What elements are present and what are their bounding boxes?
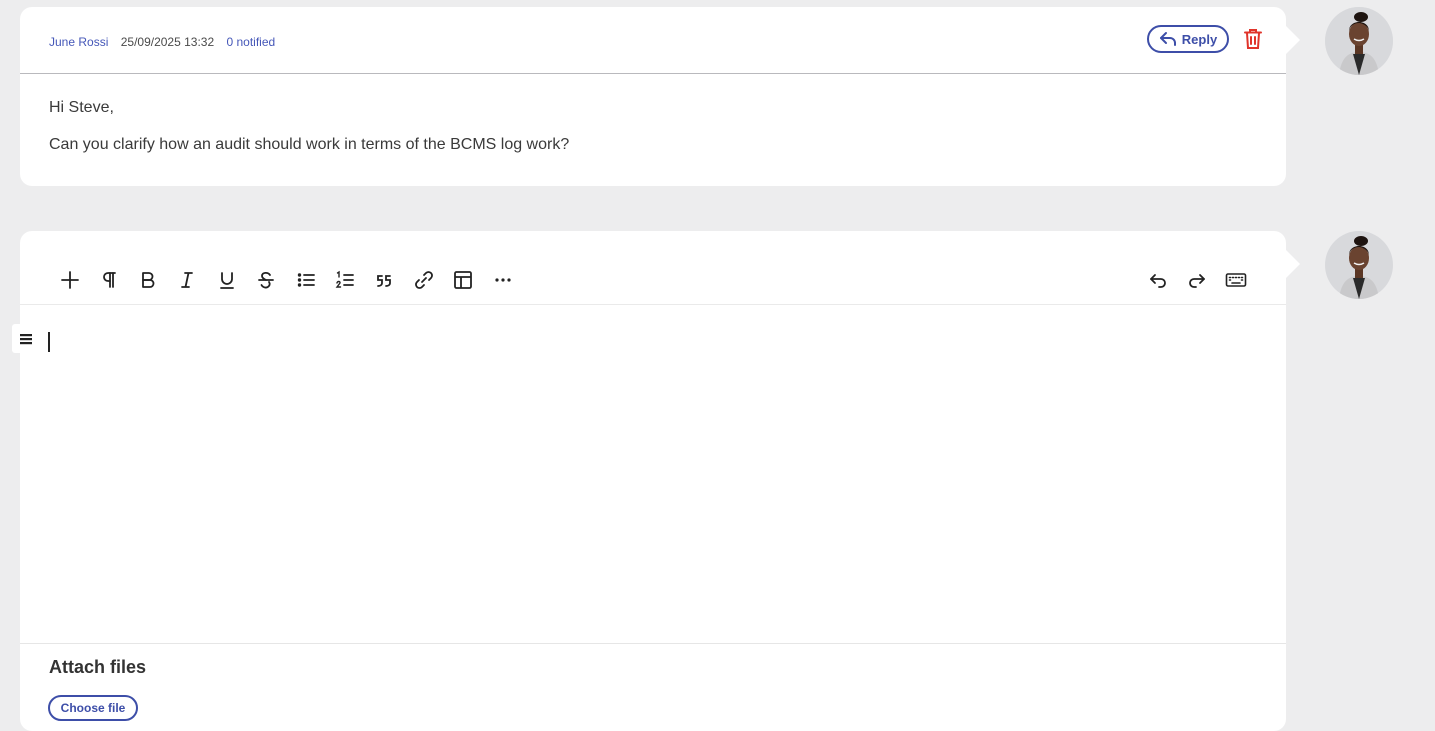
underline-icon[interactable]	[216, 269, 238, 291]
table-icon[interactable]	[452, 269, 474, 291]
avatar[interactable]	[1325, 7, 1393, 75]
bold-icon[interactable]	[137, 269, 159, 291]
more-icon[interactable]	[492, 269, 514, 291]
avatar[interactable]	[1325, 231, 1393, 299]
comment-header: June Rossi 25/09/2025 13:32 0 notified R…	[20, 7, 1286, 74]
comment-author[interactable]: June Rossi	[49, 35, 108, 49]
keyboard-icon[interactable]	[1225, 269, 1247, 291]
comment-body: Hi Steve, Can you clarify how an audit s…	[49, 99, 569, 173]
redo-icon[interactable]	[1186, 269, 1208, 291]
comment-timestamp: 25/09/2025 13:32	[120, 35, 215, 49]
undo-icon[interactable]	[1147, 269, 1169, 291]
editor-card: Attach files Choose file	[20, 231, 1286, 731]
comment-card: June Rossi 25/09/2025 13:32 0 notified R…	[20, 7, 1286, 186]
reply-button[interactable]: Reply	[1147, 25, 1229, 53]
notified-count[interactable]: 0 notified	[226, 35, 275, 49]
reply-icon	[1159, 32, 1176, 46]
blockquote-icon[interactable]	[373, 269, 395, 291]
editor-pointer	[1286, 250, 1300, 278]
comment-pointer	[1286, 26, 1300, 54]
link-icon[interactable]	[413, 269, 435, 291]
comment-text: Can you clarify how an audit should work…	[49, 136, 570, 153]
trash-icon	[1244, 29, 1262, 49]
editor-toolbar	[20, 231, 1286, 305]
strikethrough-icon[interactable]	[255, 269, 277, 291]
bullet-list-icon[interactable]	[295, 269, 317, 291]
attach-files-title: Attach files	[49, 657, 147, 677]
drag-handle[interactable]	[12, 324, 40, 353]
choose-file-button[interactable]: Choose file	[48, 695, 138, 721]
menu-icon	[20, 333, 32, 344]
text-caret	[48, 332, 50, 352]
paragraph-icon[interactable]	[98, 269, 120, 291]
reply-label: Reply	[1181, 31, 1218, 47]
comment-greeting: Hi Steve,	[49, 99, 114, 116]
editor-content[interactable]	[20, 305, 1286, 644]
comment-meta: June Rossi 25/09/2025 13:32 0 notified	[49, 35, 284, 49]
italic-icon[interactable]	[176, 269, 198, 291]
plus-icon[interactable]	[59, 269, 81, 291]
ordered-list-icon[interactable]	[334, 269, 356, 291]
delete-button[interactable]	[1244, 28, 1262, 50]
